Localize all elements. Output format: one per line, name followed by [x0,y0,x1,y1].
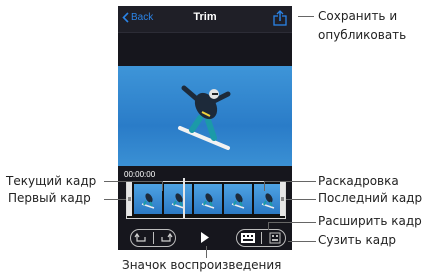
label-expand-frame: Расширить кадр [318,214,422,228]
phone-screen: Back Trim 00:00:00 [118,6,292,250]
frame-zoom-group [236,229,286,247]
callout-line-expand-drop [268,222,269,230]
callout-line-expand [268,222,316,223]
play-icon[interactable] [200,231,210,244]
timecode: 00:00:00 [124,170,156,179]
callout-line-play [206,246,207,258]
film-expand-icon[interactable] [240,232,256,244]
callout-line-last [286,199,316,200]
redo-icon[interactable] [159,232,173,244]
divider [261,232,263,244]
label-last-frame: Последний кадр [318,191,423,205]
label-shrink-frame: Сузить кадр [318,233,397,247]
callout-line-current-drop [162,181,163,191]
undo-redo-group [130,229,176,247]
video-preview[interactable] [118,66,292,166]
film-shrink-icon[interactable] [268,232,282,244]
first-frame-handle[interactable] [127,182,132,216]
divider [152,232,154,244]
callout-line-shrink [288,241,316,242]
bottom-controls [118,226,292,250]
callout-line-storyboard-drop [264,181,265,191]
label-save-publish-1: Сохранить и [318,9,398,23]
callout-line-first [104,199,126,200]
label-save-publish-2: опубликовать [318,28,407,42]
callout-line-save [298,16,314,17]
label-first-frame: Первый кадр [8,191,91,205]
screen-title: Trim [193,11,217,23]
storyboard-frame[interactable] [194,184,222,214]
label-storyboard: Раскадровка [318,174,399,188]
label-current-frame: Текущий кадр [6,174,97,188]
callout-line-current [104,181,162,182]
snowboarder-image [178,85,231,150]
nav-bar: Back Trim [118,6,292,33]
storyboard-frame[interactable] [134,184,162,214]
last-frame-handle[interactable] [280,182,285,216]
storyboard-strip[interactable] [126,178,286,219]
share-icon[interactable] [272,10,288,26]
callout-line-storyboard [264,181,316,182]
storyboard-frame[interactable] [224,184,252,214]
undo-icon[interactable] [134,232,148,244]
label-play-icon: Значок воспроизведения [122,258,282,272]
storyboard-frame[interactable] [164,184,192,214]
current-frame-cursor[interactable] [183,178,185,218]
storyboard-frame[interactable] [254,184,282,214]
